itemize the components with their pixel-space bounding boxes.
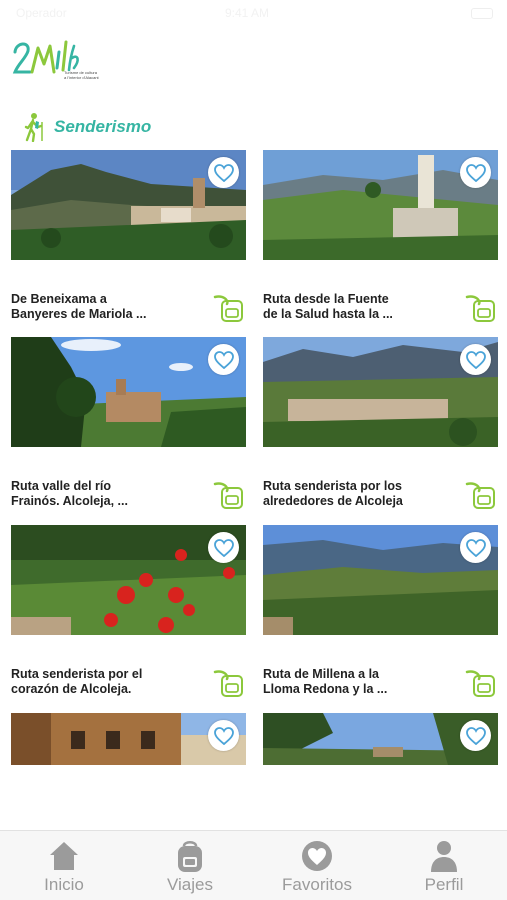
route-card[interactable]: Ruta de Millena a la Lloma Redona y la .… bbox=[263, 525, 498, 697]
heart-outline-icon bbox=[465, 350, 486, 369]
route-photo[interactable] bbox=[263, 713, 498, 765]
route-title[interactable]: De Beneixama a Banyeres de Mariola ... bbox=[11, 292, 201, 322]
route-card[interactable] bbox=[11, 713, 246, 765]
backpack-tab-icon bbox=[178, 841, 202, 872]
backpack-icon bbox=[213, 482, 243, 509]
route-photo[interactable] bbox=[11, 525, 246, 635]
route-photo[interactable] bbox=[263, 150, 498, 260]
section-title: Senderismo bbox=[54, 117, 152, 136]
route-photo[interactable] bbox=[11, 713, 246, 765]
tab-label-viajes: Viajes bbox=[167, 875, 213, 894]
tab-label-favoritos: Favoritos bbox=[282, 875, 352, 894]
favorite-button[interactable] bbox=[208, 720, 239, 751]
heart-outline-icon bbox=[465, 163, 486, 182]
heart-circle-icon bbox=[302, 841, 332, 871]
favorite-button[interactable] bbox=[208, 344, 239, 375]
home-icon bbox=[50, 842, 78, 870]
route-photo[interactable] bbox=[263, 337, 498, 447]
route-card[interactable]: De Beneixama a Banyeres de Mariola ... bbox=[11, 150, 246, 322]
backpack-icon bbox=[213, 295, 243, 322]
heart-outline-icon bbox=[213, 163, 234, 182]
backpack-icon bbox=[465, 482, 495, 509]
tab-label-perfil: Perfil bbox=[424, 875, 464, 894]
heart-outline-icon bbox=[465, 726, 486, 745]
backpack-icon bbox=[213, 670, 243, 697]
hiker-icon bbox=[24, 113, 43, 142]
clock-label: 9:41 AM bbox=[225, 6, 270, 20]
route-photo[interactable] bbox=[263, 525, 498, 635]
logo-tagline: Turisme de cultura a l'interior d'Alacan… bbox=[64, 70, 99, 80]
user-icon bbox=[431, 841, 457, 872]
route-card[interactable]: Ruta desde la Fuente de la Salud hasta l… bbox=[263, 150, 498, 322]
route-photo[interactable] bbox=[11, 150, 246, 260]
backpack-icon bbox=[465, 295, 495, 322]
app-screen: Operador 9:41 AM Turisme de cultura a l'… bbox=[0, 0, 507, 900]
tab-favoritos[interactable]: Favoritos bbox=[267, 839, 367, 895]
battery-icon bbox=[471, 8, 493, 19]
tab-perfil[interactable]: Perfil bbox=[394, 839, 494, 895]
route-card[interactable] bbox=[263, 713, 498, 765]
favorite-button[interactable] bbox=[460, 720, 491, 751]
favorite-button[interactable] bbox=[208, 157, 239, 188]
tab-bar: Inicio Viajes Favoritos Perfil bbox=[0, 830, 507, 900]
route-title[interactable]: Ruta senderista por el corazón de Alcole… bbox=[11, 667, 201, 697]
carrier-label: Operador bbox=[16, 6, 67, 20]
favorite-button[interactable] bbox=[208, 532, 239, 563]
tab-inicio[interactable]: Inicio bbox=[14, 839, 114, 895]
favorite-button[interactable] bbox=[460, 344, 491, 375]
route-photo[interactable] bbox=[11, 337, 246, 447]
favorite-button[interactable] bbox=[460, 532, 491, 563]
route-title[interactable]: Ruta desde la Fuente de la Salud hasta l… bbox=[263, 292, 453, 322]
tab-viajes[interactable]: Viajes bbox=[140, 839, 240, 895]
route-title[interactable]: Ruta valle del río Frainós. Alcoleja, ..… bbox=[11, 479, 201, 509]
route-card[interactable]: Ruta senderista por el corazón de Alcole… bbox=[11, 525, 246, 697]
route-title[interactable]: Ruta senderista por los alrededores de A… bbox=[263, 479, 453, 509]
backpack-icon bbox=[465, 670, 495, 697]
route-card[interactable]: Ruta senderista por los alrededores de A… bbox=[263, 337, 498, 509]
heart-outline-icon bbox=[213, 726, 234, 745]
favorite-button[interactable] bbox=[460, 157, 491, 188]
tab-label-inicio: Inicio bbox=[44, 875, 84, 894]
route-title[interactable]: Ruta de Millena a la Lloma Redona y la .… bbox=[263, 667, 453, 697]
heart-outline-icon bbox=[213, 350, 234, 369]
app-logo[interactable]: Turisme de cultura a l'interior d'Alacan… bbox=[12, 38, 99, 84]
heart-outline-icon bbox=[465, 538, 486, 557]
route-card[interactable]: Ruta valle del río Frainós. Alcoleja, ..… bbox=[11, 337, 246, 509]
status-bar: Operador 9:41 AM bbox=[0, 0, 507, 28]
heart-outline-icon bbox=[213, 538, 234, 557]
section-header: Senderismo bbox=[22, 110, 151, 144]
